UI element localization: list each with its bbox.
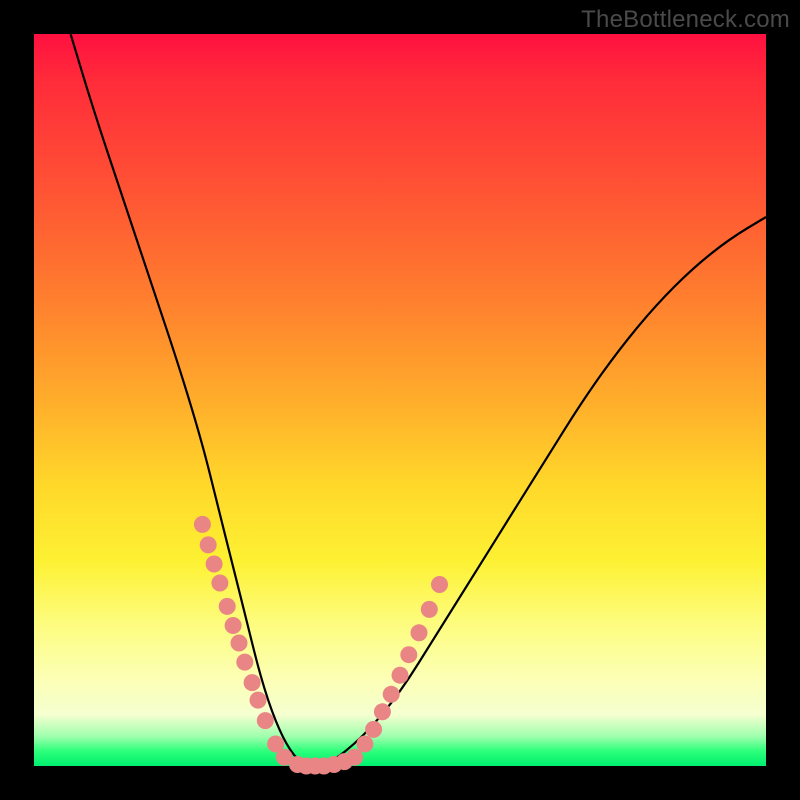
marker-dot [211,575,228,592]
marker-dot [411,624,428,641]
marker-dot [257,712,274,729]
marker-dot [200,536,217,553]
marker-dot [365,721,382,738]
marker-dot [231,635,248,652]
bottleneck-curve [71,34,766,766]
marker-group [194,516,448,775]
marker-dot [219,598,236,615]
marker-dot [206,556,223,573]
marker-dot [356,736,373,753]
plot-area [34,34,766,766]
marker-dot [244,674,261,691]
marker-dot [383,686,400,703]
marker-dot [236,654,253,671]
marker-dot [374,703,391,720]
marker-dot [250,692,267,709]
marker-dot [194,516,211,533]
curve-layer [34,34,766,766]
marker-dot [392,667,409,684]
marker-dot [421,601,438,618]
chart-frame: TheBottleneck.com [0,0,800,800]
marker-dot [400,646,417,663]
marker-dot [431,576,448,593]
watermark-text: TheBottleneck.com [581,6,790,34]
marker-dot [225,617,242,634]
